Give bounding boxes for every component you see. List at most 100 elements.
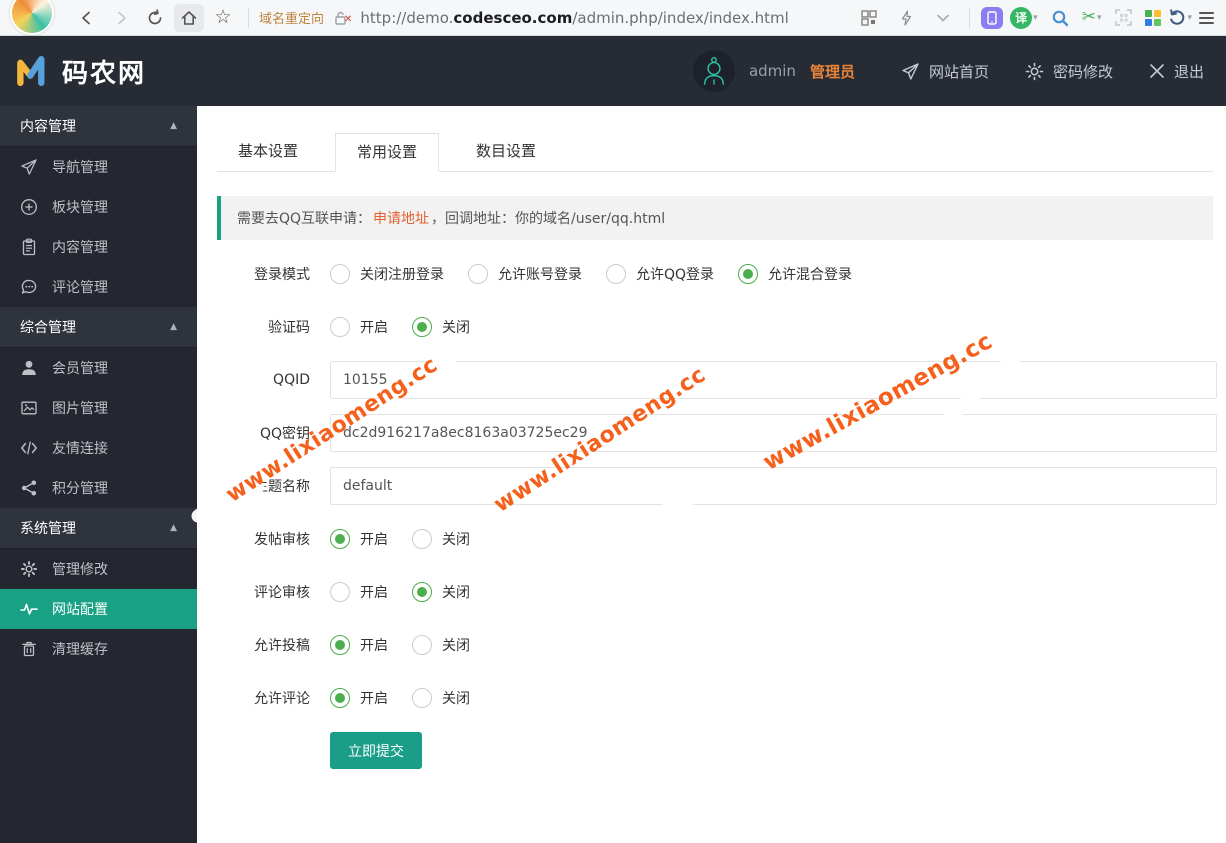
username: admin (748, 62, 796, 80)
radio-checked-icon (412, 582, 432, 602)
browser-profile-avatar[interactable] (10, 0, 54, 35)
field-label: QQID (273, 372, 310, 388)
search-icon[interactable] (1045, 4, 1075, 32)
radio-post-review-off[interactable]: 关闭 (412, 529, 470, 549)
redirect-badge[interactable]: 域名重定向 (259, 8, 324, 27)
app-header: 码农网 admin 管理员 网站首页 密码修改 退出 (0, 36, 1226, 106)
nav-logout[interactable]: 退出 (1149, 61, 1204, 82)
page: ☆ 域名重定向 ✕ http://demo. codesceo.com/admin… (0, 0, 1226, 843)
url-domain: codesceo.com (453, 8, 573, 27)
user-icon (22, 360, 36, 375)
url-prefix: http://demo. (360, 8, 454, 27)
avatar-person-icon (703, 57, 724, 85)
menu-icon[interactable] (1199, 11, 1214, 24)
radio-captcha-on[interactable]: 开启 (330, 317, 388, 337)
role-badge: 管理员 (809, 62, 855, 81)
user-avatar[interactable] (692, 50, 735, 92)
chevron-down-icon[interactable] (928, 4, 958, 32)
bookmark-star-icon[interactable]: ☆ (208, 4, 238, 32)
radio-comment-review-on[interactable]: 开启 (330, 582, 388, 602)
radio-allow-comment-off[interactable]: 关闭 (412, 688, 470, 708)
radio-icon (412, 688, 432, 708)
submit-button[interactable]: 立即提交 (330, 732, 422, 769)
scissors-icon[interactable]: ✂ ▾ (1082, 9, 1102, 26)
sidebar-section-general[interactable]: 综合管理 ▲ (0, 307, 197, 348)
sidebar-section-system[interactable]: 系统管理 ▲ (0, 508, 197, 549)
qqid-input[interactable] (330, 361, 1217, 399)
apply-address-link[interactable]: 申请地址 (373, 208, 429, 228)
apps-grid-icon[interactable] (1145, 9, 1162, 26)
undo-icon[interactable]: ▾ (1168, 9, 1192, 26)
radio-allow-mixed-login[interactable]: 允许混合登录 (738, 264, 852, 284)
site-logo[interactable]: 码农网 (14, 53, 146, 90)
forward-icon[interactable] (106, 4, 136, 32)
toolbar-divider (248, 7, 249, 28)
home-icon[interactable] (174, 3, 204, 32)
radio-allow-post-on[interactable]: 开启 (330, 635, 388, 655)
settings-tabs: 基本设置 常用设置 数目设置 (217, 133, 1213, 172)
sidebar-item-friend-links[interactable]: 友情连接 (0, 428, 197, 468)
form-row-captcha: 验证码 开启 关闭 (197, 308, 1226, 346)
radio-icon (412, 529, 432, 549)
site-title: 码农网 (62, 58, 147, 89)
refresh-icon[interactable] (140, 4, 170, 32)
tab-number-settings[interactable]: 数目设置 (455, 133, 557, 172)
radio-icon (330, 582, 350, 602)
qr-code-icon[interactable] (854, 4, 884, 32)
address-bar[interactable]: http://demo. codesceo.com/admin.php/index… (360, 9, 788, 27)
field-label: 验证码 (268, 320, 310, 336)
sidebar: 内容管理 ▲ 导航管理 板块管理 内容管理 评论管理 综合管理 ▲ 会员管理 图片管… (0, 106, 197, 843)
insecure-lock-icon[interactable]: ✕ (334, 11, 352, 25)
radio-allow-comment-on[interactable]: 开启 (330, 688, 388, 708)
pulse-icon (20, 603, 38, 615)
sidebar-item-admin-edit[interactable]: 管理修改 (0, 549, 197, 589)
field-label: QQ密钥 (259, 426, 310, 442)
form-row-theme-name: 主题名称 (197, 467, 1226, 505)
form-row-allow-comment: 允许评论 开启 关闭 (197, 679, 1226, 717)
radio-post-review-on[interactable]: 开启 (330, 529, 388, 549)
back-icon[interactable] (72, 4, 102, 32)
radio-allow-qq-login[interactable]: 允许QQ登录 (606, 264, 714, 284)
qqkey-input[interactable] (330, 414, 1217, 452)
sidebar-item-content-manage[interactable]: 内容管理 (0, 227, 197, 267)
browser-toolbar: ☆ 域名重定向 ✕ http://demo. codesceo.com/admin… (0, 0, 1226, 36)
clipboard-icon (22, 238, 36, 256)
sidebar-item-clear-cache[interactable]: 清理缓存 (0, 629, 197, 669)
nav-site-home[interactable]: 网站首页 (901, 61, 989, 82)
sidebar-item-nav-manage[interactable]: 导航管理 (0, 147, 197, 187)
header-right: admin 管理员 网站首页 密码修改 退出 (692, 50, 1204, 92)
tab-basic-settings[interactable]: 基本设置 (217, 133, 319, 172)
radio-allow-account-login[interactable]: 允许账号登录 (468, 264, 582, 284)
field-label: 允许评论 (254, 691, 310, 707)
collapse-triangle-icon: ▲ (170, 523, 177, 533)
field-label: 发帖审核 (254, 532, 310, 548)
theme-name-input[interactable] (330, 467, 1217, 505)
radio-comment-review-off[interactable]: 关闭 (412, 582, 470, 602)
sidebar-item-image-manage[interactable]: 图片管理 (0, 388, 197, 428)
sidebar-item-site-config[interactable]: 网站配置 (0, 589, 197, 629)
nav-change-password[interactable]: 密码修改 (1025, 61, 1113, 82)
header-nav: 网站首页 密码修改 退出 (901, 61, 1204, 82)
mobile-view-icon[interactable] (981, 6, 1004, 29)
radio-icon (330, 317, 350, 337)
screenshot-frame-icon[interactable] (1108, 4, 1138, 32)
lightning-icon[interactable] (891, 4, 921, 32)
sidebar-item-board-manage[interactable]: 板块管理 (0, 187, 197, 227)
field-label: 主题名称 (254, 479, 310, 495)
sidebar-item-comment-manage[interactable]: 评论管理 (0, 267, 197, 307)
browser-nav-buttons: ☆ (72, 3, 238, 32)
sidebar-section-content[interactable]: 内容管理 ▲ (0, 106, 197, 147)
radio-close-register-login[interactable]: 关闭注册登录 (330, 264, 444, 284)
collapse-triangle-icon: ▲ (170, 322, 177, 332)
radio-icon (606, 264, 626, 284)
sidebar-item-points-manage[interactable]: 积分管理 (0, 468, 197, 508)
radio-captcha-off[interactable]: 关闭 (412, 317, 470, 337)
gear-icon (1025, 62, 1044, 80)
translate-icon[interactable]: 译 ▾ (1010, 6, 1038, 29)
radio-checked-icon (330, 635, 350, 655)
radio-checked-icon (330, 688, 350, 708)
sidebar-item-member-manage[interactable]: 会员管理 (0, 348, 197, 388)
radio-allow-post-off[interactable]: 关闭 (412, 635, 470, 655)
tab-common-settings[interactable]: 常用设置 (335, 133, 440, 172)
close-icon (1150, 64, 1164, 78)
